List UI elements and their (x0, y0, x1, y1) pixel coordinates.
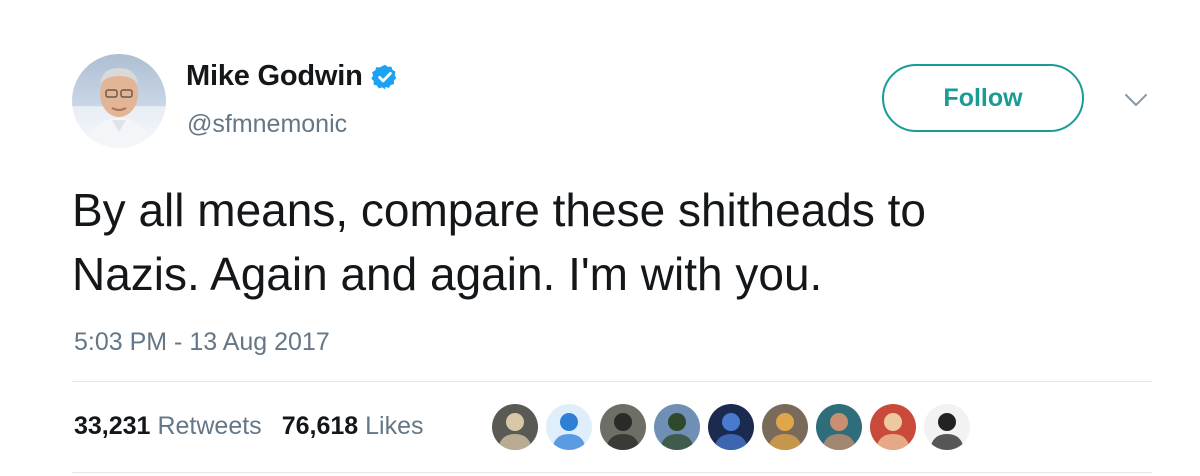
likes-count[interactable]: 76,618 (282, 412, 358, 441)
avatar-photo-icon (552, 413, 586, 450)
divider-top (72, 381, 1152, 382)
liker-avatar-5[interactable] (708, 404, 754, 450)
liker-avatar-4[interactable] (654, 404, 700, 450)
liker-avatar-6[interactable] (762, 404, 808, 450)
avatar-photo-icon (768, 413, 802, 450)
divider-bottom (72, 472, 1152, 473)
follow-button[interactable]: Follow (882, 64, 1084, 132)
profile-photo-icon (86, 68, 152, 148)
liker-avatars (492, 404, 970, 450)
author-name-row: Mike Godwin (186, 60, 399, 93)
tweet-text: By all means, compare these shitheads to… (72, 184, 927, 300)
tweet-timestamp[interactable]: 5:03 PM - 13 Aug 2017 (74, 328, 330, 357)
avatar-photo-icon (660, 413, 694, 450)
avatar-photo-icon (930, 413, 964, 450)
liker-avatar-2[interactable] (546, 404, 592, 450)
avatar-photo-icon (714, 413, 748, 450)
retweets-count[interactable]: 33,231 (74, 412, 150, 441)
liker-avatar-7[interactable] (816, 404, 862, 450)
avatar-photo-icon (876, 413, 910, 450)
verified-badge-icon (371, 64, 396, 89)
author-handle[interactable]: @sfmnemonic (187, 110, 347, 139)
avatar-photo-icon (822, 413, 856, 450)
liker-avatar-3[interactable] (600, 404, 646, 450)
author-display-name[interactable]: Mike Godwin (186, 60, 363, 93)
author-avatar[interactable] (72, 54, 166, 148)
tweet-stats: 33,231 Retweets 76,618 Likes (74, 412, 444, 441)
likes-label[interactable]: Likes (365, 412, 423, 441)
retweets-label[interactable]: Retweets (157, 412, 261, 441)
liker-avatar-8[interactable] (870, 404, 916, 450)
avatar-photo-icon (606, 413, 640, 450)
liker-avatar-1[interactable] (492, 404, 538, 450)
liker-avatar-9[interactable] (924, 404, 970, 450)
chevron-down-icon[interactable] (1124, 92, 1148, 108)
avatar-photo-icon (498, 413, 532, 450)
